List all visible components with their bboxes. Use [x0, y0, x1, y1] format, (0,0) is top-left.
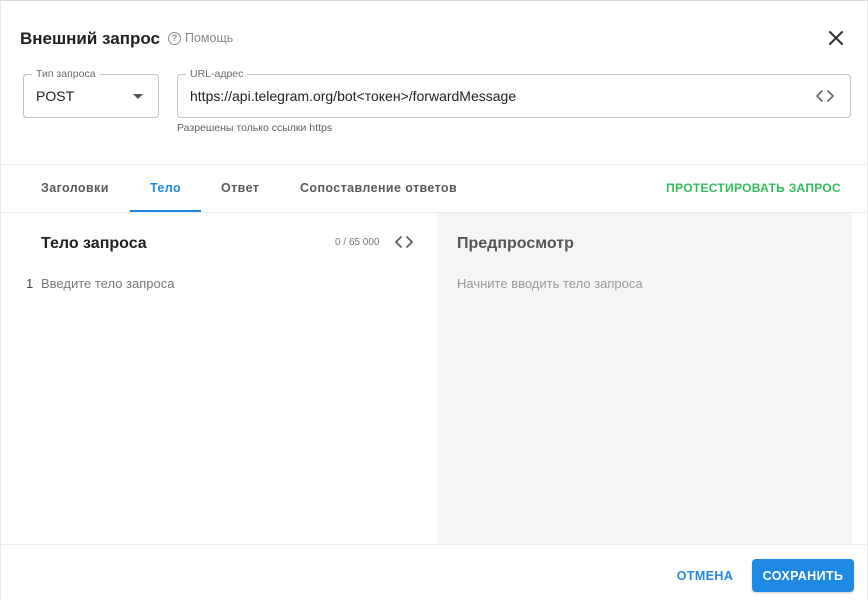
body-title: Тело запроса	[41, 235, 147, 252]
code-icon[interactable]	[816, 89, 834, 103]
preview-placeholder: Начните вводить тело запроса	[457, 276, 643, 291]
tab-headers[interactable]: Заголовки	[41, 181, 109, 195]
body-editor-input[interactable]: Введите тело запроса	[41, 276, 174, 291]
url-helper-text: Разрешены только ссылки https	[177, 122, 333, 134]
preview-pane: Предпросмотр Начните вводить тело запрос…	[437, 213, 852, 544]
code-icon[interactable]	[395, 235, 413, 249]
tab-bar: Заголовки Тело Ответ Сопоставление ответ…	[1, 165, 868, 213]
dialog-title: Внешний запрос	[20, 29, 161, 48]
dropdown-arrow-icon	[133, 94, 143, 99]
url-input[interactable]: URL-адрес https://api.telegram.org/bot<т…	[177, 68, 851, 118]
test-request-button[interactable]: ПРОТЕСТИРОВАТЬ ЗАПРОС	[666, 181, 841, 195]
request-type-legend: Тип запроса	[32, 68, 100, 80]
preview-title: Предпросмотр	[457, 235, 574, 252]
tab-response[interactable]: Ответ	[221, 181, 259, 195]
divider	[1, 544, 868, 545]
close-icon[interactable]	[827, 29, 845, 47]
url-value: https://api.telegram.org/bot<токен>/forw…	[190, 88, 517, 104]
request-type-select[interactable]: Тип запроса POST	[23, 68, 159, 118]
help-label: Помощь	[185, 31, 234, 45]
help-link[interactable]: ? Помощь	[168, 31, 233, 45]
external-request-dialog: Внешний запрос ? Помощь Тип запроса POST…	[0, 0, 868, 600]
line-number: 1	[26, 276, 34, 291]
url-legend: URL-адрес	[186, 68, 248, 80]
character-counter: 0 / 65 000	[335, 237, 380, 248]
tab-response-mapping[interactable]: Сопоставление ответов	[300, 181, 457, 195]
cancel-button[interactable]: ОТМЕНА	[664, 559, 746, 592]
question-circle-icon: ?	[168, 31, 181, 45]
save-button[interactable]: СОХРАНИТЬ	[752, 559, 854, 592]
tab-body[interactable]: Тело	[150, 181, 181, 195]
request-type-value: POST	[36, 88, 75, 104]
body-editor-pane: Тело запроса 0 / 65 000 1 Введите тело з…	[1, 213, 437, 544]
